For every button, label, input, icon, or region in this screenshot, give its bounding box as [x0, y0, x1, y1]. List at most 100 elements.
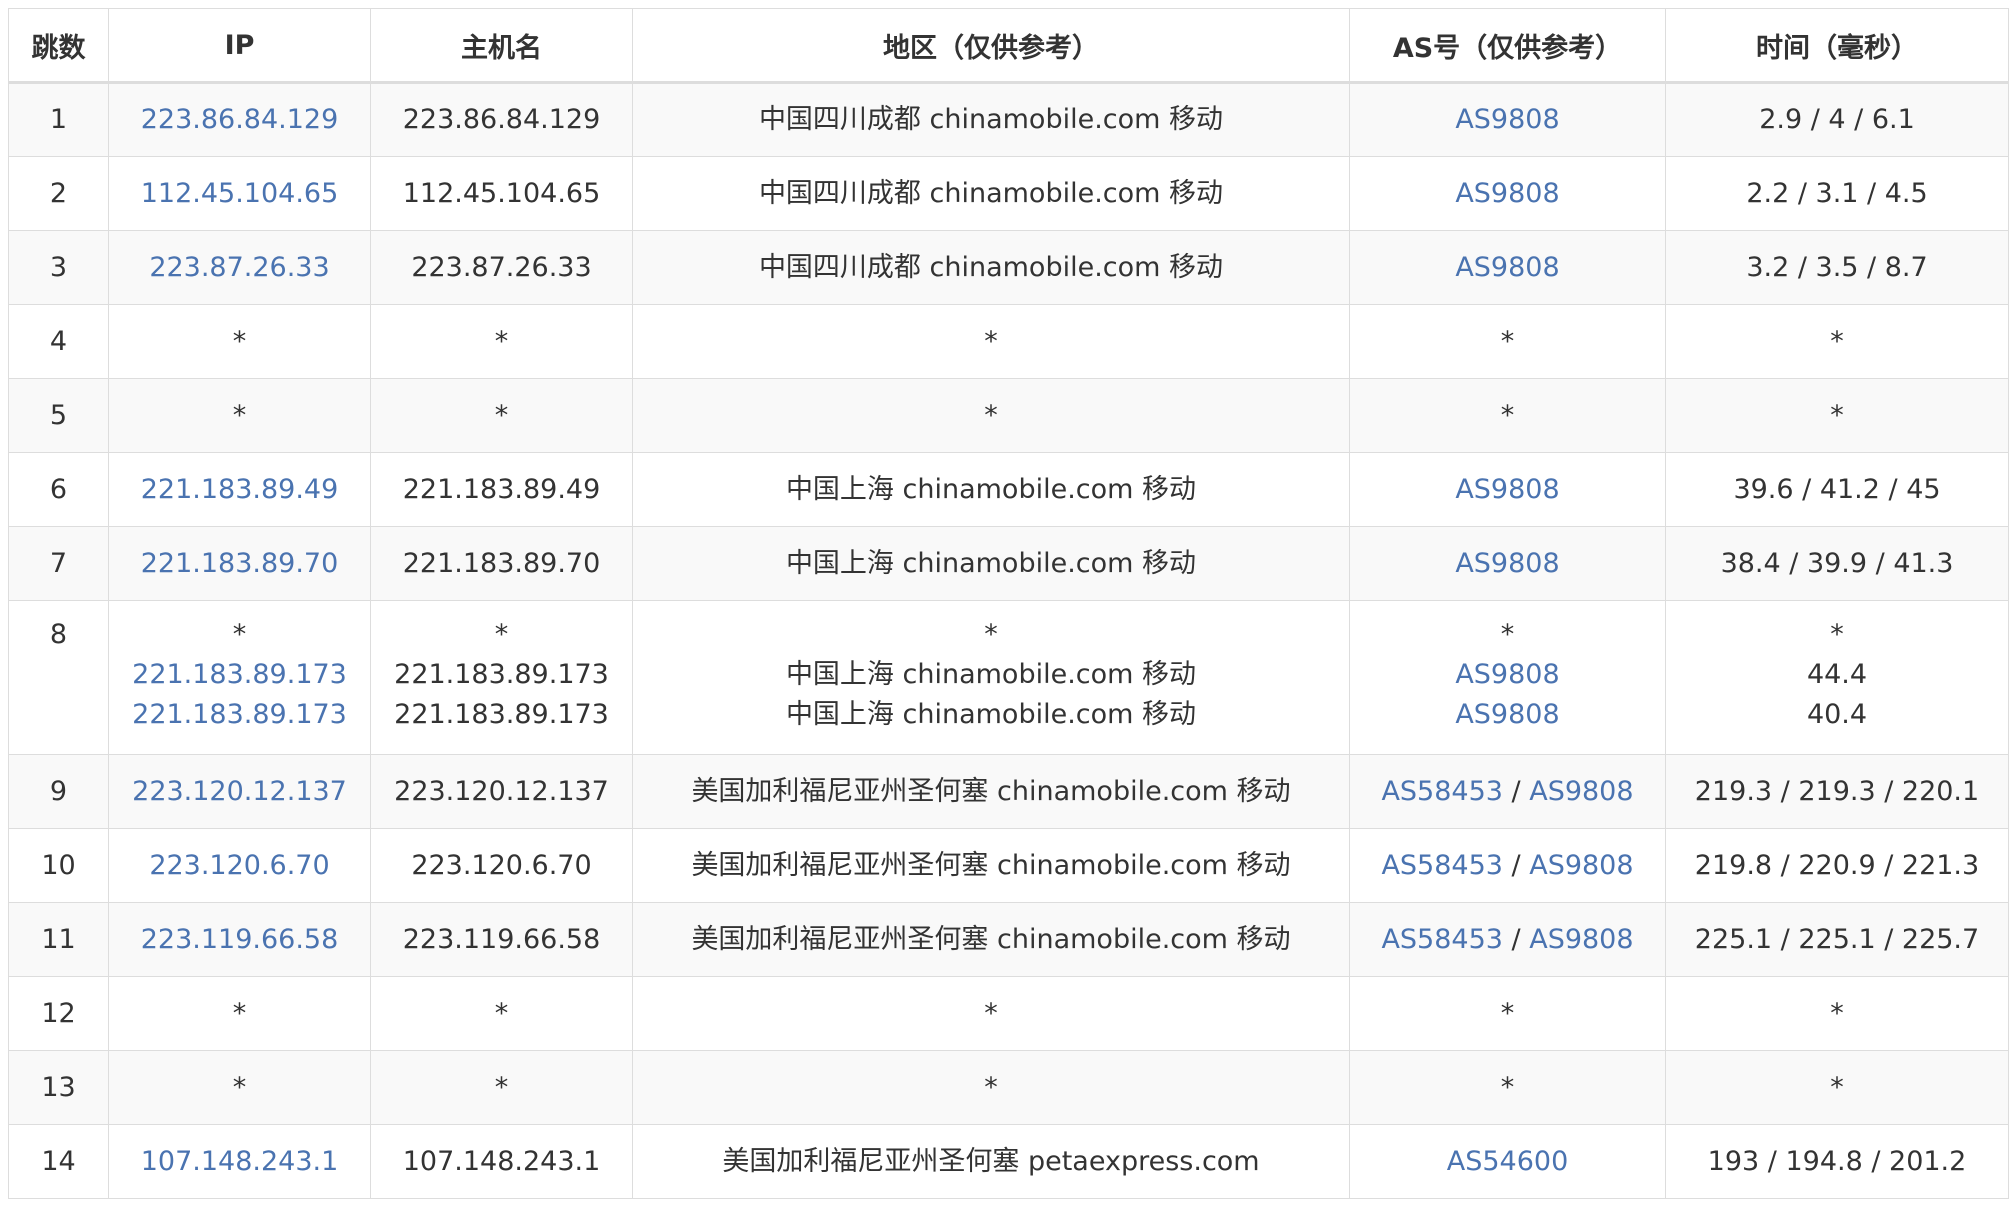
region-text: *	[984, 997, 998, 1029]
as-link[interactable]: AS58453	[1381, 924, 1503, 955]
cell-line: 44.4	[1672, 655, 2002, 695]
table-row: 1 223.86.84.129 223.86.84.129 中国四川成都 chinam…	[8, 82, 2009, 157]
cell-line: 40.4	[1672, 695, 2002, 735]
region-text: 中国四川成都 chinamobile.com 移动	[758, 251, 1224, 283]
as-link[interactable]: AS58453	[1381, 850, 1503, 881]
as-link: *	[1500, 619, 1515, 650]
time-cell: 3.2 / 3.5 / 8.7	[1665, 230, 2009, 305]
ip-cell: *	[108, 304, 371, 379]
hop-number: 7	[49, 547, 68, 579]
table-row: 4 * * * * *	[8, 304, 2009, 379]
region-text: 美国加利福尼亚州圣何塞 chinamobile.com 移动	[691, 775, 1291, 807]
region-text: 中国上海 chinamobile.com 移动	[785, 699, 1197, 730]
hop-cell: 6	[8, 452, 109, 527]
cell-line: 中国上海 chinamobile.com 移动	[639, 655, 1343, 695]
cell-line: *	[1356, 615, 1659, 655]
hop-cell: 13	[8, 1050, 109, 1125]
hostname-text: *	[494, 399, 509, 431]
region-cell: *	[632, 304, 1350, 379]
as-link[interactable]: AS9808	[1455, 178, 1559, 209]
ip-link: *	[232, 325, 247, 357]
header-as: AS号（仅供参考）	[1349, 8, 1666, 84]
ip-link: *	[232, 1071, 247, 1103]
table-row: 8 * 221.183.89.173 221.183.89.173 * 221.183.8…	[8, 600, 2009, 755]
as-cell: AS54600	[1349, 1124, 1666, 1199]
hostname-text: 223.120.6.70	[411, 849, 592, 881]
hop-cell: 12	[8, 976, 109, 1051]
as-link[interactable]: AS58453	[1381, 776, 1503, 807]
as-link[interactable]: AS54600	[1447, 1146, 1569, 1177]
region-cell: 美国加利福尼亚州圣何塞 chinamobile.com 移动	[632, 902, 1350, 977]
time-cell: 225.1 / 225.1 / 225.7	[1665, 902, 2009, 977]
table-row: 3 223.87.26.33 223.87.26.33 中国四川成都 chinamob…	[8, 230, 2009, 305]
table-row: 2 112.45.104.65 112.45.104.65 中国四川成都 chinam…	[8, 156, 2009, 231]
traceroute-table: 跳数 IP 主机名 地区（仅供参考） AS号（仅供参考） 时间（毫秒） 1 223…	[8, 8, 2009, 1199]
time-text: 225.1 / 225.1 / 225.7	[1694, 923, 1980, 955]
as-group: AS9808	[1455, 474, 1559, 505]
as-link[interactable]: AS9808	[1455, 252, 1559, 283]
time-text: 2.2 / 3.1 / 4.5	[1746, 177, 1928, 209]
ip-cell: 221.183.89.49	[108, 452, 371, 527]
table-row: 10 223.120.6.70 223.120.6.70 美国加利福尼亚州圣何塞 ch…	[8, 828, 2009, 903]
hostname-cell: 223.86.84.129	[370, 82, 633, 157]
as-cell: *	[1349, 378, 1666, 453]
ip-link[interactable]: 221.183.89.173	[132, 699, 347, 730]
hop-number: 8	[49, 619, 68, 650]
as-link[interactable]: AS9808	[1529, 850, 1633, 881]
ip-link[interactable]: 223.87.26.33	[149, 252, 329, 283]
hop-cell: 8	[8, 600, 109, 755]
hop-cell: 11	[8, 902, 109, 977]
hostname-text: 223.119.66.58	[402, 923, 601, 955]
ip-link[interactable]: 223.120.6.70	[149, 850, 329, 881]
as-link[interactable]: AS9808	[1529, 924, 1633, 955]
ip-link[interactable]: 112.45.104.65	[141, 178, 339, 209]
as-link[interactable]: AS9808	[1529, 776, 1633, 807]
hop-number: 5	[49, 399, 68, 431]
hostname-cell: *	[370, 1050, 633, 1125]
ip-link[interactable]: 221.183.89.49	[141, 474, 339, 505]
ip-link[interactable]: 221.183.89.173	[132, 659, 347, 690]
region-text: 中国上海 chinamobile.com 移动	[785, 473, 1197, 505]
as-group: AS9808	[1455, 104, 1559, 135]
as-link[interactable]: AS9808	[1455, 659, 1559, 690]
time-cell: *	[1665, 1050, 2009, 1125]
as-cell: AS9808	[1349, 82, 1666, 157]
time-cell: 193 / 194.8 / 201.2	[1665, 1124, 2009, 1199]
hostname-text: 107.148.243.1	[402, 1145, 601, 1177]
as-link: *	[1500, 325, 1515, 357]
region-text: *	[984, 325, 998, 357]
as-cell: *	[1349, 304, 1666, 379]
as-group: AS9808	[1455, 548, 1559, 579]
ip-cell: 221.183.89.70	[108, 526, 371, 601]
as-link[interactable]: AS9808	[1455, 104, 1559, 135]
ip-link[interactable]: 223.119.66.58	[141, 924, 339, 955]
time-text: *	[1830, 997, 1844, 1029]
as-link[interactable]: AS9808	[1455, 699, 1559, 730]
ip-link[interactable]: 223.120.12.137	[132, 776, 347, 807]
time-text: 219.3 / 219.3 / 220.1	[1694, 775, 1980, 807]
time-cell: 2.9 / 4 / 6.1	[1665, 82, 2009, 157]
time-cell: 219.8 / 220.9 / 221.3	[1665, 828, 2009, 903]
hop-number: 9	[49, 775, 68, 807]
cell-line: 221.183.89.173	[377, 695, 626, 735]
ip-link[interactable]: 223.86.84.129	[141, 104, 339, 135]
as-link[interactable]: AS9808	[1455, 474, 1559, 505]
region-cell: *	[632, 1050, 1350, 1125]
hostname-text: *	[494, 997, 509, 1029]
table-row: 14 107.148.243.1 107.148.243.1 美国加利福尼亚州圣何塞 …	[8, 1124, 2009, 1199]
hop-number: 14	[41, 1145, 76, 1177]
as-cell: AS58453 / AS9808	[1349, 828, 1666, 903]
hop-cell: 9	[8, 754, 109, 829]
region-text: 美国加利福尼亚州圣何塞 petaexpress.com	[722, 1145, 1260, 1177]
hostname-text: 221.183.89.173	[394, 659, 609, 690]
header-hop: 跳数	[8, 8, 109, 84]
ip-link[interactable]: 221.183.89.70	[141, 548, 339, 579]
ip-link[interactable]: 107.148.243.1	[141, 1146, 339, 1177]
as-link[interactable]: AS9808	[1455, 548, 1559, 579]
region-text: 美国加利福尼亚州圣何塞 chinamobile.com 移动	[691, 849, 1291, 881]
ip-cell: 223.120.12.137	[108, 754, 371, 829]
time-text: 44.4	[1806, 659, 1868, 690]
time-cell: 2.2 / 3.1 / 4.5	[1665, 156, 2009, 231]
table-row: 9 223.120.12.137 223.120.12.137 美国加利福尼亚州圣何塞…	[8, 754, 2009, 829]
table-row: 6 221.183.89.49 221.183.89.49 中国上海 chinamob…	[8, 452, 2009, 527]
